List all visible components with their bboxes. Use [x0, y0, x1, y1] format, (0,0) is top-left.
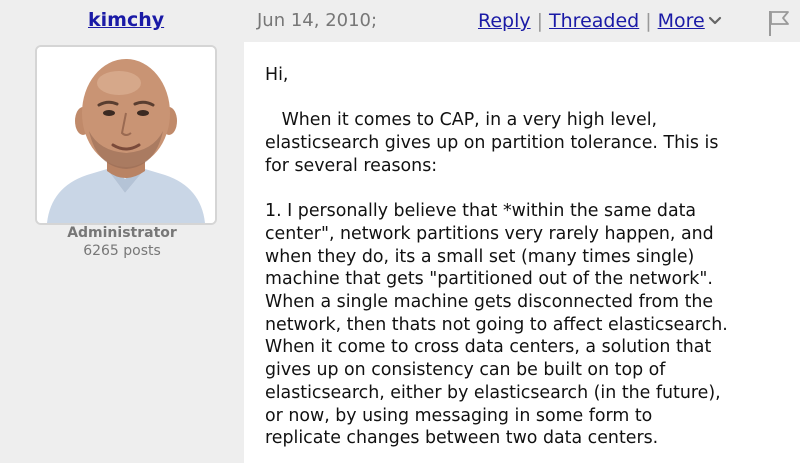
author-sidebar: Administrator 6265 posts: [0, 42, 244, 463]
avatar[interactable]: [35, 45, 217, 225]
post-body: Hi, When it comes to CAP, in a very high…: [265, 65, 728, 449]
threaded-link[interactable]: Threaded: [549, 10, 639, 32]
chevron-down-icon: [708, 16, 721, 25]
author-link[interactable]: kimchy: [88, 9, 164, 31]
author-post-count: 6265 posts: [83, 243, 161, 259]
post-date: Jun 14, 2010;: [257, 10, 378, 31]
author-role: Administrator: [67, 225, 177, 241]
reply-link[interactable]: Reply: [478, 10, 531, 32]
action-separator: |: [645, 10, 652, 32]
post-content: Hi, When it comes to CAP, in a very high…: [244, 42, 800, 463]
flag-icon[interactable]: [766, 8, 792, 38]
action-separator: |: [536, 10, 544, 32]
more-menu-button[interactable]: More: [658, 10, 723, 32]
post-actions: Reply | Threaded | More: [478, 10, 723, 32]
more-label: More: [657, 10, 705, 32]
post-header: kimchy Jun 14, 2010; Reply | Threaded | More: [0, 0, 800, 42]
avatar-image: [37, 47, 215, 223]
